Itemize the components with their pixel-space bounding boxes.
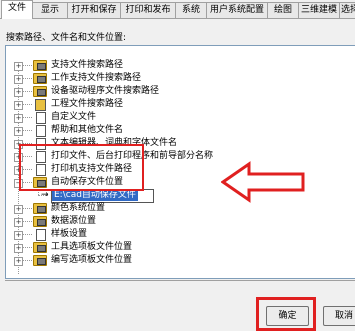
expand-icon[interactable]: + [14, 88, 23, 97]
expand-icon[interactable]: + [14, 75, 23, 84]
expand-icon[interactable]: + [14, 257, 23, 266]
tree-item-label: 帮助和其他文件名 [51, 125, 124, 135]
tab-plot-publish[interactable]: 打印和发布 [120, 2, 176, 18]
tree-item[interactable]: + 自定义文件 [6, 111, 346, 124]
tree-item[interactable]: + 样板设置 [6, 228, 346, 241]
project-icon [35, 99, 46, 111]
tree-item[interactable]: + 工具选项板文件位置 [6, 241, 346, 254]
tab-user-preferences[interactable]: 用户系统配置 [206, 2, 268, 18]
tab-display[interactable]: 显示 [32, 2, 68, 18]
folder-search-icon [33, 86, 47, 97]
expand-icon[interactable]: + [14, 101, 23, 110]
expand-icon[interactable]: + [14, 218, 23, 227]
folder-search-icon [33, 216, 47, 227]
tree-item[interactable]: + 设备驱动程序文件搜索路径 [6, 85, 346, 98]
file-icon [36, 229, 46, 241]
expand-icon[interactable]: + [14, 231, 23, 240]
folder-search-icon [33, 203, 47, 214]
tree-item-label: 自定义文件 [51, 112, 97, 122]
tree-bottom-edge [5, 278, 355, 281]
tree-item[interactable]: + 工程文件搜索路径 [6, 98, 346, 111]
folder-search-icon [33, 73, 47, 84]
tree-item-label: 工具选项板文件位置 [51, 242, 133, 252]
folder-search-icon [33, 60, 47, 71]
tree-item-label: 工作支持文件搜索路径 [51, 73, 142, 83]
tree-item-label: 工程文件搜索路径 [51, 99, 124, 109]
cancel-button[interactable]: 取消 [323, 306, 355, 326]
tree-item-label: 数据源位置 [51, 216, 97, 226]
tab-system[interactable]: 系统 [175, 2, 207, 18]
tab-open-save[interactable]: 打开和保存 [67, 2, 121, 18]
tree-item[interactable]: + 数据源位置 [6, 215, 346, 228]
tab-strip: 文件 显示 打开和保存 打印和发布 系统 用户系统配置 绘图 三维建模 选择 [0, 0, 355, 19]
caption-label: 搜索路径、文件名和文件位置: [6, 33, 127, 43]
tree-item[interactable]: + 帮助和其他文件名 [6, 124, 346, 137]
folder-search-icon [33, 242, 47, 253]
tree-item-label: 样板设置 [51, 229, 88, 239]
file-icon [36, 112, 46, 124]
highlight-box-ok [256, 297, 316, 331]
tree-item-label: 设备驱动程序文件搜索路径 [51, 86, 160, 96]
red-arrow-icon [221, 161, 305, 203]
file-icon [36, 125, 46, 137]
tree-item[interactable]: + 编写选项板文件位置 [6, 254, 346, 267]
expand-icon[interactable]: + [14, 127, 23, 136]
tab-drafting[interactable]: 绘图 [267, 2, 299, 18]
tree-item[interactable]: + 工作支持文件搜索路径 [6, 72, 346, 85]
tree-item-label: 颜色系统位置 [51, 203, 106, 213]
tree-item[interactable]: + 颜色系统位置 [6, 202, 346, 215]
tree-item[interactable]: + 支持文件搜索路径 [6, 59, 346, 72]
expand-icon[interactable]: + [14, 244, 23, 253]
folder-search-icon [33, 255, 47, 266]
tree-item-label: 支持文件搜索路径 [51, 60, 124, 70]
tab-3d-modeling[interactable]: 三维建模 [298, 2, 340, 18]
tree-item-label: 编写选项板文件位置 [51, 255, 133, 265]
expand-icon[interactable]: + [14, 62, 23, 71]
tab-file[interactable]: 文件 [1, 0, 33, 19]
expand-icon[interactable]: + [14, 114, 23, 123]
expand-icon[interactable]: + [14, 205, 23, 214]
tab-selection[interactable]: 选择 [339, 2, 355, 18]
highlight-box-autosave [19, 144, 144, 191]
